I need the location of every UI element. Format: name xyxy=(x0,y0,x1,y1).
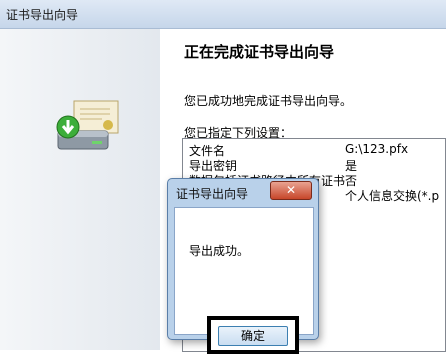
settings-value: G:\123.pfx xyxy=(345,142,409,156)
dialog-body: 导出成功。 确定 xyxy=(174,207,314,354)
ok-button[interactable]: 确定 xyxy=(218,326,288,346)
wizard-success-message: 您已成功地完成证书导出向导。 xyxy=(184,94,353,108)
certificate-export-icon xyxy=(52,97,122,160)
settings-value: 个人信息交换(*.p xyxy=(345,189,440,203)
dialog-message: 导出成功。 xyxy=(189,244,250,258)
close-icon: ✕ xyxy=(285,183,297,197)
wizard-side-panel xyxy=(0,29,160,350)
close-button[interactable]: ✕ xyxy=(270,181,312,200)
export-success-dialog: 证书导出向导 ✕ 导出成功。 确定 xyxy=(167,178,319,354)
window-titlebar: 证书导出向导 xyxy=(0,0,446,29)
dialog-title: 证书导出向导 xyxy=(176,187,249,201)
ok-button-highlight: 确定 xyxy=(207,316,299,354)
wizard-heading: 正在完成证书导出向导 xyxy=(184,43,335,61)
window-title: 证书导出向导 xyxy=(6,8,79,22)
